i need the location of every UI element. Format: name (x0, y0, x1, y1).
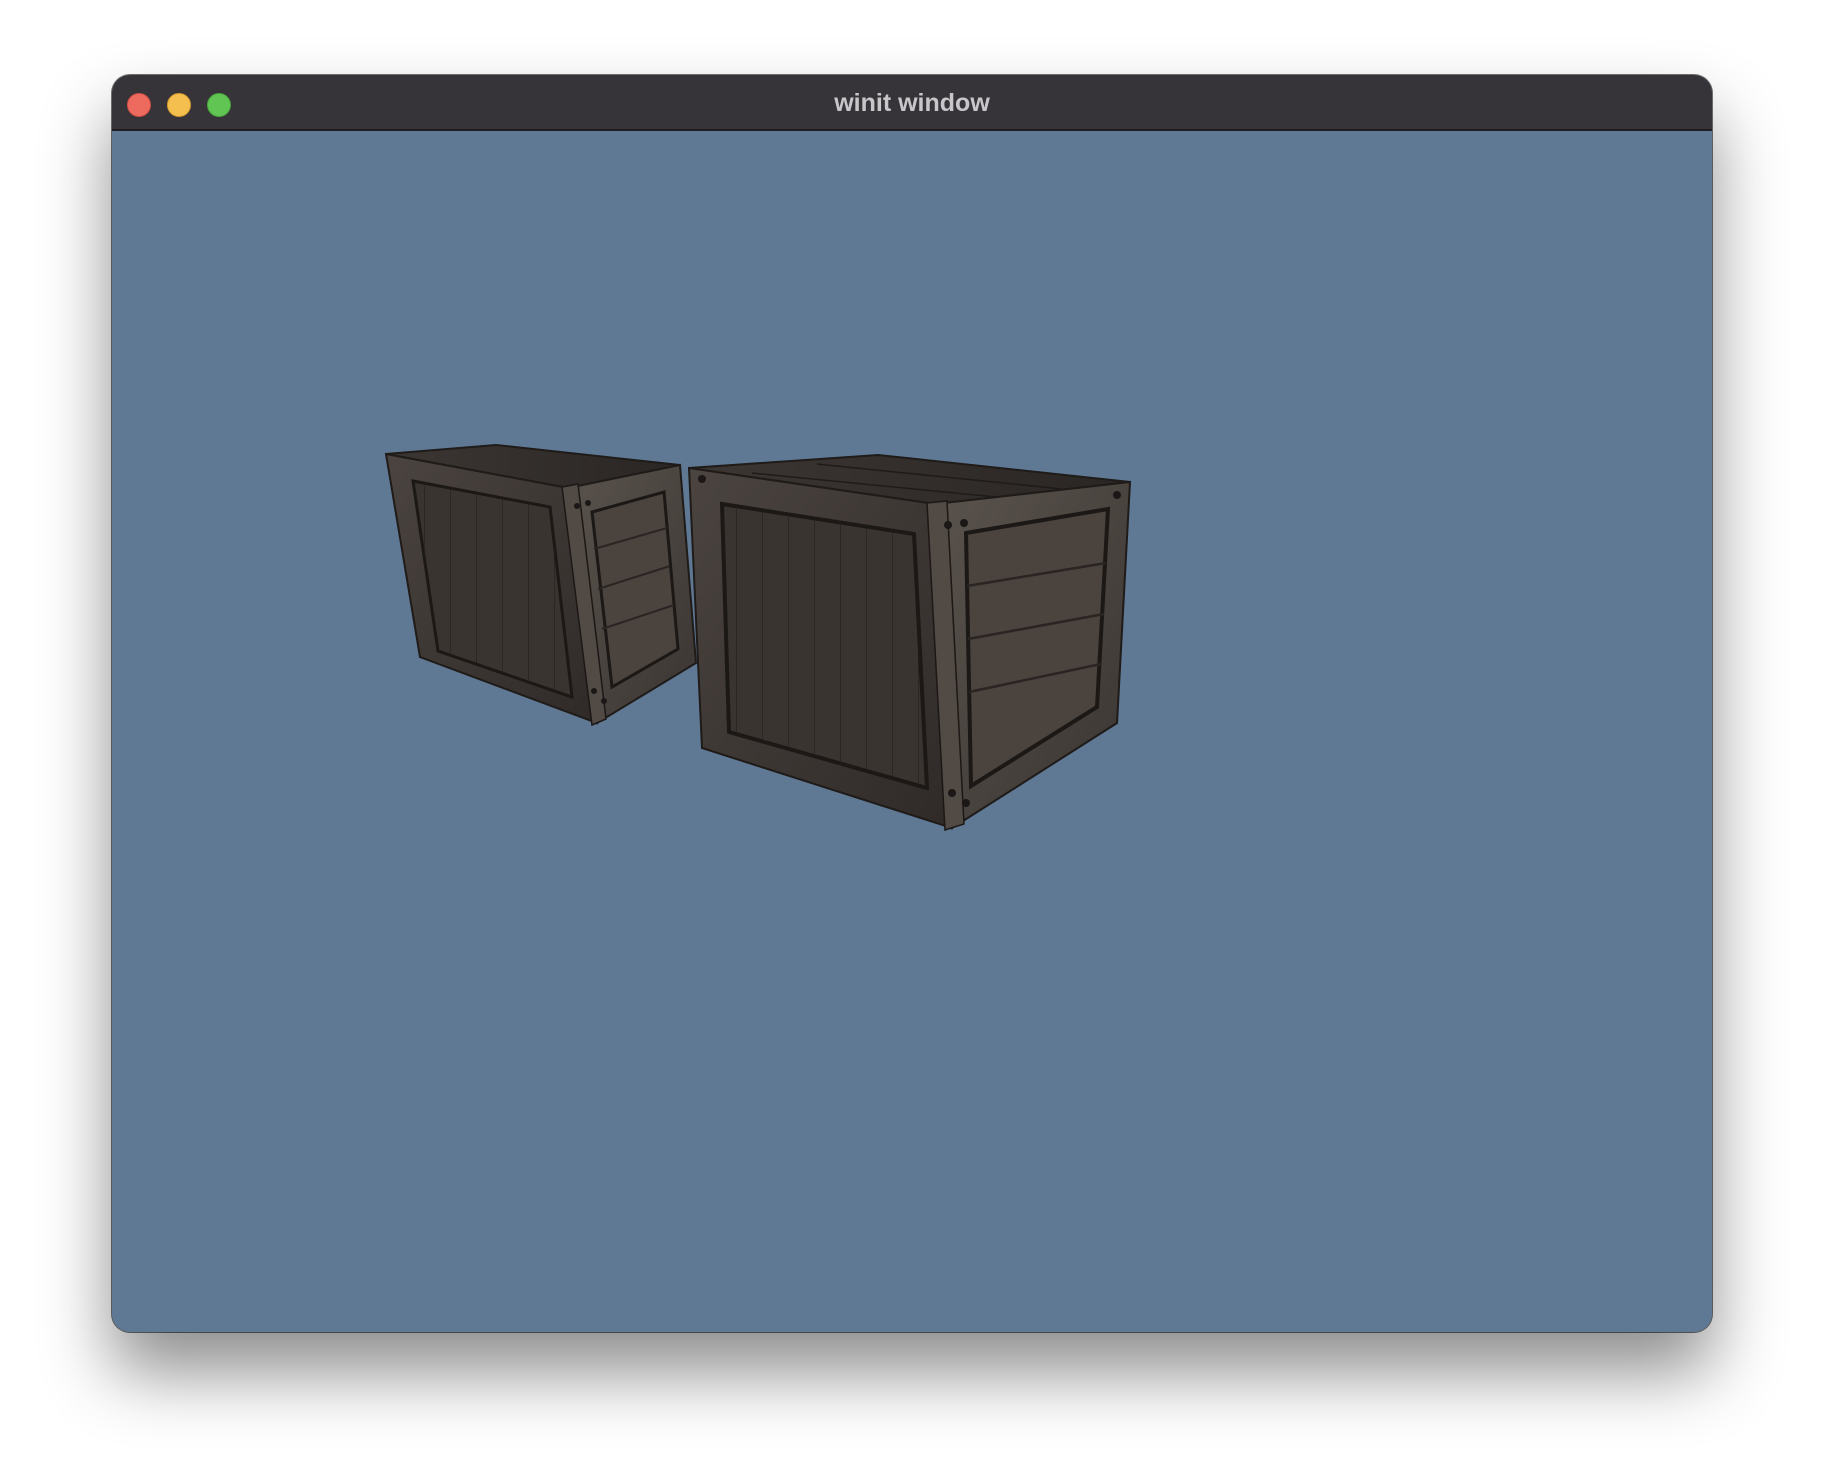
title-bar[interactable]: winit window (112, 75, 1712, 131)
crate-large (687, 453, 1132, 832)
window-title: winit window (834, 89, 990, 117)
render-viewport[interactable] (112, 131, 1712, 1332)
crate-small (384, 443, 698, 727)
scene-canvas (384, 443, 1132, 832)
app-window: winit window (112, 75, 1712, 1332)
